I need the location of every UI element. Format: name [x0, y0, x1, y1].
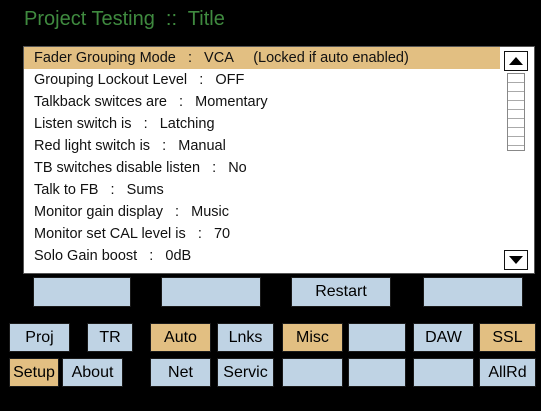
- tab-proj[interactable]: Proj: [9, 323, 70, 352]
- tab-empty[interactable]: [348, 358, 406, 387]
- action-button-2[interactable]: [161, 277, 261, 307]
- tab-allrd[interactable]: AllRd: [479, 358, 536, 387]
- settings-row[interactable]: Listen switch is : Latching: [24, 113, 500, 135]
- tab-tr[interactable]: TR: [87, 323, 133, 352]
- tab-empty[interactable]: [413, 358, 474, 387]
- settings-list: Fader Grouping Mode : VCA (Locked if aut…: [24, 47, 500, 273]
- tab-auto[interactable]: Auto: [150, 323, 211, 352]
- tab-empty[interactable]: [348, 323, 406, 352]
- settings-row[interactable]: Red light switch is : Manual: [24, 135, 500, 157]
- tab-ssl[interactable]: SSL: [479, 323, 536, 352]
- arrow-down-icon: [509, 256, 523, 264]
- arrow-up-icon: [509, 57, 523, 65]
- scroll-down-button[interactable]: [504, 250, 528, 270]
- tab-empty[interactable]: [282, 358, 343, 387]
- restart-button[interactable]: Restart: [291, 277, 391, 307]
- settings-row[interactable]: Talk to FB : Sums: [24, 179, 500, 201]
- tab-daw[interactable]: DAW: [413, 323, 474, 352]
- tab-misc[interactable]: Misc: [282, 323, 343, 352]
- settings-row[interactable]: Talkback switces are : Momentary: [24, 91, 500, 113]
- scrollbar[interactable]: [502, 47, 534, 273]
- tab-servic[interactable]: Servic: [217, 358, 274, 387]
- settings-row[interactable]: Fader Grouping Mode : VCA (Locked if aut…: [24, 47, 500, 69]
- action-button-1[interactable]: [33, 277, 131, 307]
- tab-setup[interactable]: Setup: [9, 358, 59, 387]
- settings-row[interactable]: Monitor gain display : Music: [24, 201, 500, 223]
- page-title: Project Testing :: Title: [24, 8, 225, 30]
- settings-row[interactable]: Solo Gain boost : 0dB: [24, 245, 500, 267]
- tab-about[interactable]: About: [62, 358, 123, 387]
- settings-row[interactable]: Monitor set CAL level is : 70: [24, 223, 500, 245]
- scroll-up-button[interactable]: [504, 51, 528, 71]
- settings-row[interactable]: TB switches disable listen : No: [24, 157, 500, 179]
- tab-lnks[interactable]: Lnks: [217, 323, 274, 352]
- tab-net[interactable]: Net: [150, 358, 211, 387]
- settings-panel: Fader Grouping Mode : VCA (Locked if aut…: [23, 46, 535, 274]
- scrollbar-thumb[interactable]: [507, 73, 525, 151]
- action-button-4[interactable]: [423, 277, 523, 307]
- settings-row[interactable]: Grouping Lockout Level : OFF: [24, 69, 500, 91]
